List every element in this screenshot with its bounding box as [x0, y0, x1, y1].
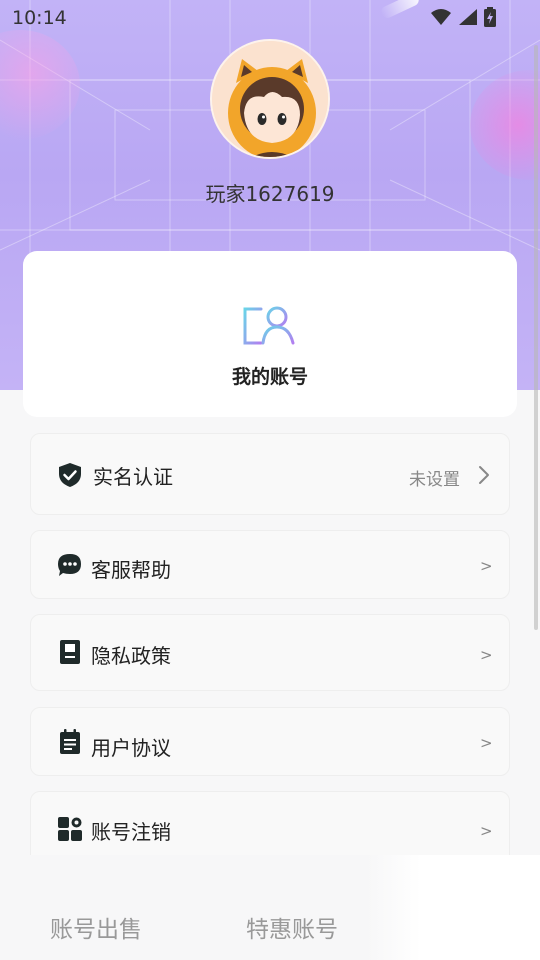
status-time: 10:14 [12, 7, 67, 29]
notepad-icon [60, 729, 80, 754]
menu-item-arrow: > [480, 557, 493, 575]
menu-item-real-name[interactable]: 实名认证 未设置 [30, 433, 510, 515]
wifi-icon [431, 9, 451, 25]
menu-item-arrow: > [480, 734, 493, 752]
menu-item-value: 未设置 [409, 470, 460, 490]
apps-gear-icon [58, 817, 82, 841]
menu-item-privacy-policy[interactable]: 隐私政策 > [30, 614, 510, 691]
shield-check-icon [59, 463, 81, 487]
tab-account-sale[interactable]: 账号出售 [50, 910, 142, 944]
status-icons [430, 7, 496, 27]
cellular-signal-icon [459, 9, 477, 25]
my-account-label: 我的账号 [231, 366, 308, 388]
account-profile-icon [243, 306, 295, 345]
chevron-right-icon [479, 466, 489, 484]
menu-item-label: 用户协议 [91, 736, 171, 760]
policy-book-icon [60, 640, 80, 664]
menu-item-label: 账号注销 [91, 820, 171, 844]
menu-item-arrow: > [480, 822, 493, 840]
avatar[interactable] [210, 39, 330, 159]
menu-item-user-agreement[interactable]: 用户协议 > [30, 707, 510, 776]
menu-item-label: 实名认证 [93, 465, 173, 489]
bottom-bar: 账号出售 特惠账号 [0, 855, 540, 960]
menu-item-label: 隐私政策 [91, 644, 171, 668]
menu-item-arrow: > [480, 646, 493, 664]
menu-item-label: 客服帮助 [91, 558, 171, 582]
username: 玩家1627619 [205, 182, 335, 206]
avatar-image [212, 41, 328, 157]
scrollbar[interactable] [534, 45, 538, 630]
my-account-card[interactable]: 我的账号 [23, 251, 517, 417]
battery-icon [484, 7, 496, 27]
chat-bubble-icon [58, 554, 81, 576]
menu-item-support[interactable]: 客服帮助 > [30, 530, 510, 599]
status-bar: 10:14 [0, 0, 540, 36]
tab-discount-accounts[interactable]: 特惠账号 [246, 910, 338, 944]
